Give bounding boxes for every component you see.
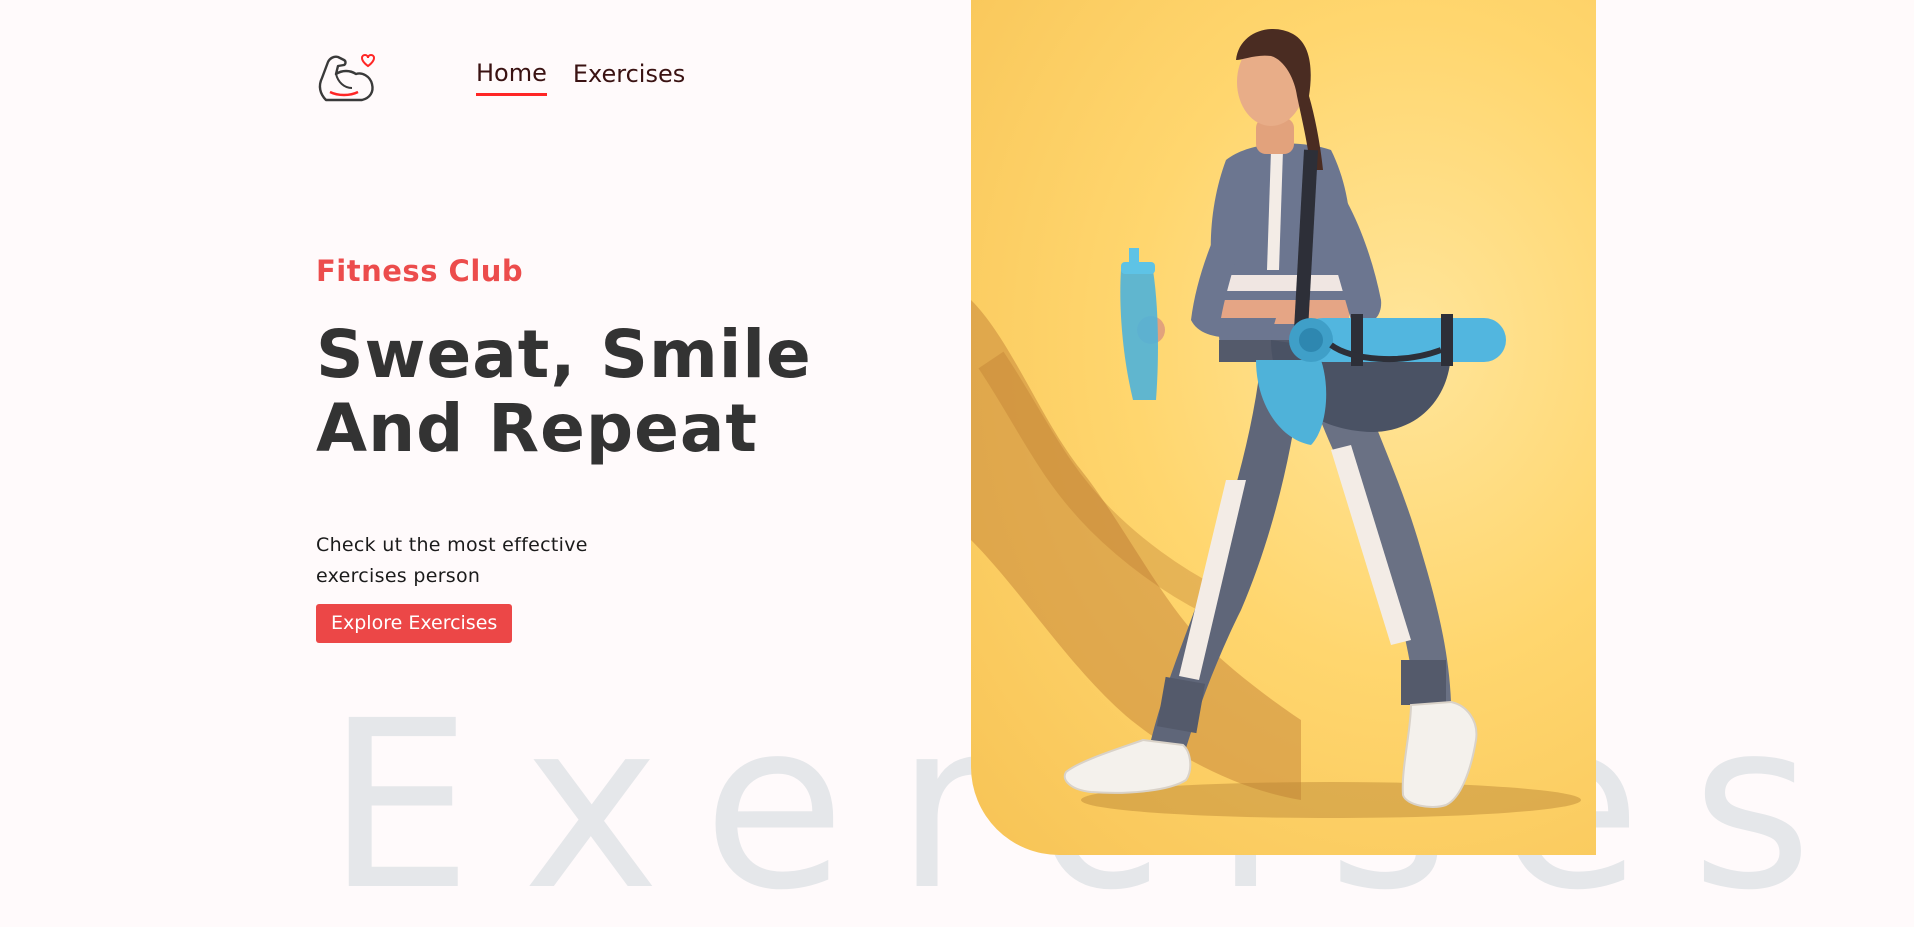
- hero-title-line-1: Sweat, Smile: [316, 316, 812, 393]
- woman-walking-illustration: [971, 29, 1581, 818]
- nav-link-exercises[interactable]: Exercises: [573, 60, 685, 94]
- hero-banner-image: [971, 0, 1596, 855]
- hero-section: Fitness Club Sweat, Smile And Repeat Che…: [316, 254, 812, 643]
- hero-title-line-2: And Repeat: [316, 390, 758, 467]
- page: Home Exercises Fitness Club Sweat, Smile…: [0, 0, 1914, 927]
- hero-description: Check ut the most effective exercises pe…: [316, 534, 588, 587]
- hero-title: Sweat, Smile And Repeat: [316, 318, 812, 466]
- hero-eyebrow: Fitness Club: [316, 254, 524, 288]
- explore-exercises-button[interactable]: Explore Exercises: [316, 604, 513, 643]
- logo-link[interactable]: [316, 48, 376, 106]
- navbar: Home Exercises: [316, 48, 685, 106]
- nav-links: Home Exercises: [476, 59, 685, 96]
- flexed-arm-heart-icon: [318, 54, 376, 102]
- nav-link-home[interactable]: Home: [476, 59, 547, 96]
